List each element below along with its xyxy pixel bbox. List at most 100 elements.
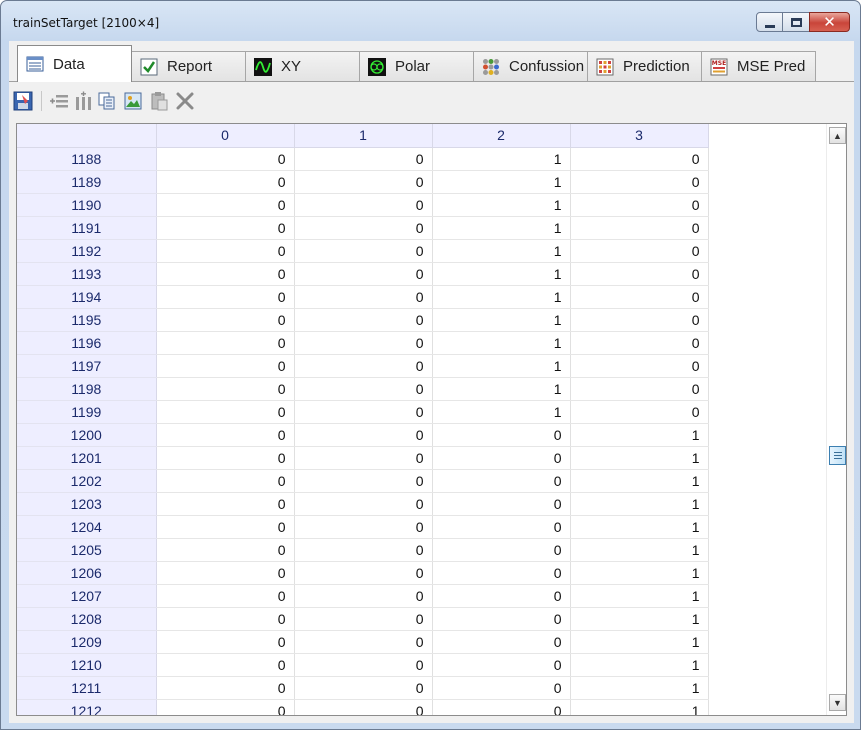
table-cell[interactable]: 0 bbox=[432, 584, 571, 608]
table-cell[interactable]: 0 bbox=[432, 538, 571, 562]
column-header[interactable]: 2 bbox=[432, 124, 571, 148]
table-cell[interactable]: 0 bbox=[294, 515, 433, 539]
row-header[interactable]: 1191 bbox=[17, 216, 157, 240]
table-cell[interactable]: 0 bbox=[156, 607, 295, 631]
table-row[interactable]: 1196 0 0 1 0 bbox=[17, 331, 709, 355]
table-cell[interactable]: 1 bbox=[432, 377, 571, 401]
table-cell[interactable]: 0 bbox=[294, 538, 433, 562]
scroll-thumb[interactable] bbox=[829, 446, 846, 465]
table-cell[interactable]: 0 bbox=[432, 423, 571, 447]
table-cell[interactable]: 0 bbox=[156, 216, 295, 240]
row-header[interactable]: 1190 bbox=[17, 193, 157, 217]
table-cell[interactable]: 1 bbox=[432, 308, 571, 332]
table-cell[interactable]: 1 bbox=[570, 584, 709, 608]
table-cell[interactable]: 0 bbox=[294, 607, 433, 631]
table-cell[interactable]: 0 bbox=[570, 354, 709, 378]
paste-image-button[interactable] bbox=[123, 91, 143, 111]
tab-confussion[interactable]: Confussion bbox=[473, 51, 588, 81]
table-row[interactable]: 1189 0 0 1 0 bbox=[17, 170, 709, 194]
table-cell[interactable]: 0 bbox=[156, 584, 295, 608]
table-cell[interactable]: 0 bbox=[294, 216, 433, 240]
table-cell[interactable]: 1 bbox=[570, 492, 709, 516]
table-cell[interactable]: 0 bbox=[156, 446, 295, 470]
table-cell[interactable]: 0 bbox=[156, 239, 295, 263]
row-header[interactable]: 1194 bbox=[17, 285, 157, 309]
table-cell[interactable]: 0 bbox=[432, 561, 571, 585]
row-header[interactable]: 1195 bbox=[17, 308, 157, 332]
table-cell[interactable]: 1 bbox=[570, 538, 709, 562]
table-cell[interactable]: 0 bbox=[294, 377, 433, 401]
row-header[interactable]: 1205 bbox=[17, 538, 157, 562]
table-cell[interactable]: 1 bbox=[432, 239, 571, 263]
row-header[interactable]: 1188 bbox=[17, 147, 157, 171]
table-cell[interactable]: 0 bbox=[294, 492, 433, 516]
table-cell[interactable]: 0 bbox=[156, 147, 295, 171]
data-grid[interactable]: 0 1 2 3 1188 0 0 1 0 1189 0 0 1 0 1190 0 0 1 0 1191 0 0 1 0… bbox=[16, 123, 847, 716]
table-row[interactable]: 1203 0 0 0 1 bbox=[17, 492, 709, 516]
table-cell[interactable]: 0 bbox=[294, 653, 433, 677]
table-cell[interactable]: 0 bbox=[294, 239, 433, 263]
table-cell[interactable]: 0 bbox=[156, 400, 295, 424]
table-row[interactable]: 1206 0 0 0 1 bbox=[17, 561, 709, 585]
table-row[interactable]: 1202 0 0 0 1 bbox=[17, 469, 709, 493]
table-cell[interactable]: 0 bbox=[570, 193, 709, 217]
table-cell[interactable]: 0 bbox=[294, 630, 433, 654]
row-header[interactable]: 1189 bbox=[17, 170, 157, 194]
table-row[interactable]: 1207 0 0 0 1 bbox=[17, 584, 709, 608]
table-cell[interactable]: 0 bbox=[294, 193, 433, 217]
table-cell[interactable]: 0 bbox=[570, 400, 709, 424]
column-header[interactable]: 0 bbox=[156, 124, 295, 148]
save-button[interactable] bbox=[13, 91, 33, 111]
table-cell[interactable]: 0 bbox=[156, 285, 295, 309]
table-cell[interactable]: 0 bbox=[570, 331, 709, 355]
table-cell[interactable]: 0 bbox=[294, 285, 433, 309]
table-cell[interactable]: 0 bbox=[294, 446, 433, 470]
table-cell[interactable]: 0 bbox=[156, 492, 295, 516]
tab-xy[interactable]: XY bbox=[245, 51, 360, 81]
table-row[interactable]: 1210 0 0 0 1 bbox=[17, 653, 709, 677]
table-cell[interactable]: 0 bbox=[570, 308, 709, 332]
row-header[interactable]: 1204 bbox=[17, 515, 157, 539]
minimize-button[interactable] bbox=[756, 12, 783, 32]
row-header[interactable]: 1193 bbox=[17, 262, 157, 286]
table-row[interactable]: 1198 0 0 1 0 bbox=[17, 377, 709, 401]
corner-header[interactable] bbox=[17, 124, 157, 148]
table-cell[interactable]: 1 bbox=[570, 469, 709, 493]
tab-polar[interactable]: Polar bbox=[359, 51, 474, 81]
table-cell[interactable]: 0 bbox=[294, 423, 433, 447]
table-cell[interactable]: 0 bbox=[294, 170, 433, 194]
table-cell[interactable]: 1 bbox=[570, 607, 709, 631]
table-cell[interactable]: 0 bbox=[432, 653, 571, 677]
table-cell[interactable]: 0 bbox=[432, 699, 571, 715]
column-header[interactable]: 3 bbox=[570, 124, 709, 148]
table-cell[interactable]: 0 bbox=[156, 515, 295, 539]
row-header[interactable]: 1206 bbox=[17, 561, 157, 585]
table-cell[interactable]: 0 bbox=[432, 515, 571, 539]
table-cell[interactable]: 1 bbox=[570, 676, 709, 700]
table-row[interactable]: 1192 0 0 1 0 bbox=[17, 239, 709, 263]
table-row[interactable]: 1204 0 0 0 1 bbox=[17, 515, 709, 539]
table-cell[interactable]: 0 bbox=[294, 354, 433, 378]
column-header[interactable]: 1 bbox=[294, 124, 433, 148]
table-cell[interactable]: 0 bbox=[432, 492, 571, 516]
tab-mse-pred[interactable]: MSE MSE Pred bbox=[701, 51, 816, 81]
table-cell[interactable]: 0 bbox=[570, 377, 709, 401]
table-cell[interactable]: 0 bbox=[156, 538, 295, 562]
table-row[interactable]: 1200 0 0 0 1 bbox=[17, 423, 709, 447]
table-cell[interactable]: 1 bbox=[432, 170, 571, 194]
table-cell[interactable]: 1 bbox=[570, 699, 709, 715]
table-row[interactable]: 1211 0 0 0 1 bbox=[17, 676, 709, 700]
table-cell[interactable]: 0 bbox=[570, 285, 709, 309]
table-cell[interactable]: 1 bbox=[432, 285, 571, 309]
paste-button[interactable] bbox=[149, 91, 169, 111]
row-header[interactable]: 1197 bbox=[17, 354, 157, 378]
table-cell[interactable]: 1 bbox=[432, 216, 571, 240]
table-cell[interactable]: 0 bbox=[156, 308, 295, 332]
vertical-scrollbar[interactable]: ▲ ▼ bbox=[826, 124, 846, 715]
table-cell[interactable]: 0 bbox=[294, 584, 433, 608]
table-cell[interactable]: 0 bbox=[156, 354, 295, 378]
table-cell[interactable]: 0 bbox=[432, 676, 571, 700]
table-cell[interactable]: 1 bbox=[570, 653, 709, 677]
scroll-down-button[interactable]: ▼ bbox=[829, 694, 846, 711]
table-cell[interactable]: 0 bbox=[156, 377, 295, 401]
